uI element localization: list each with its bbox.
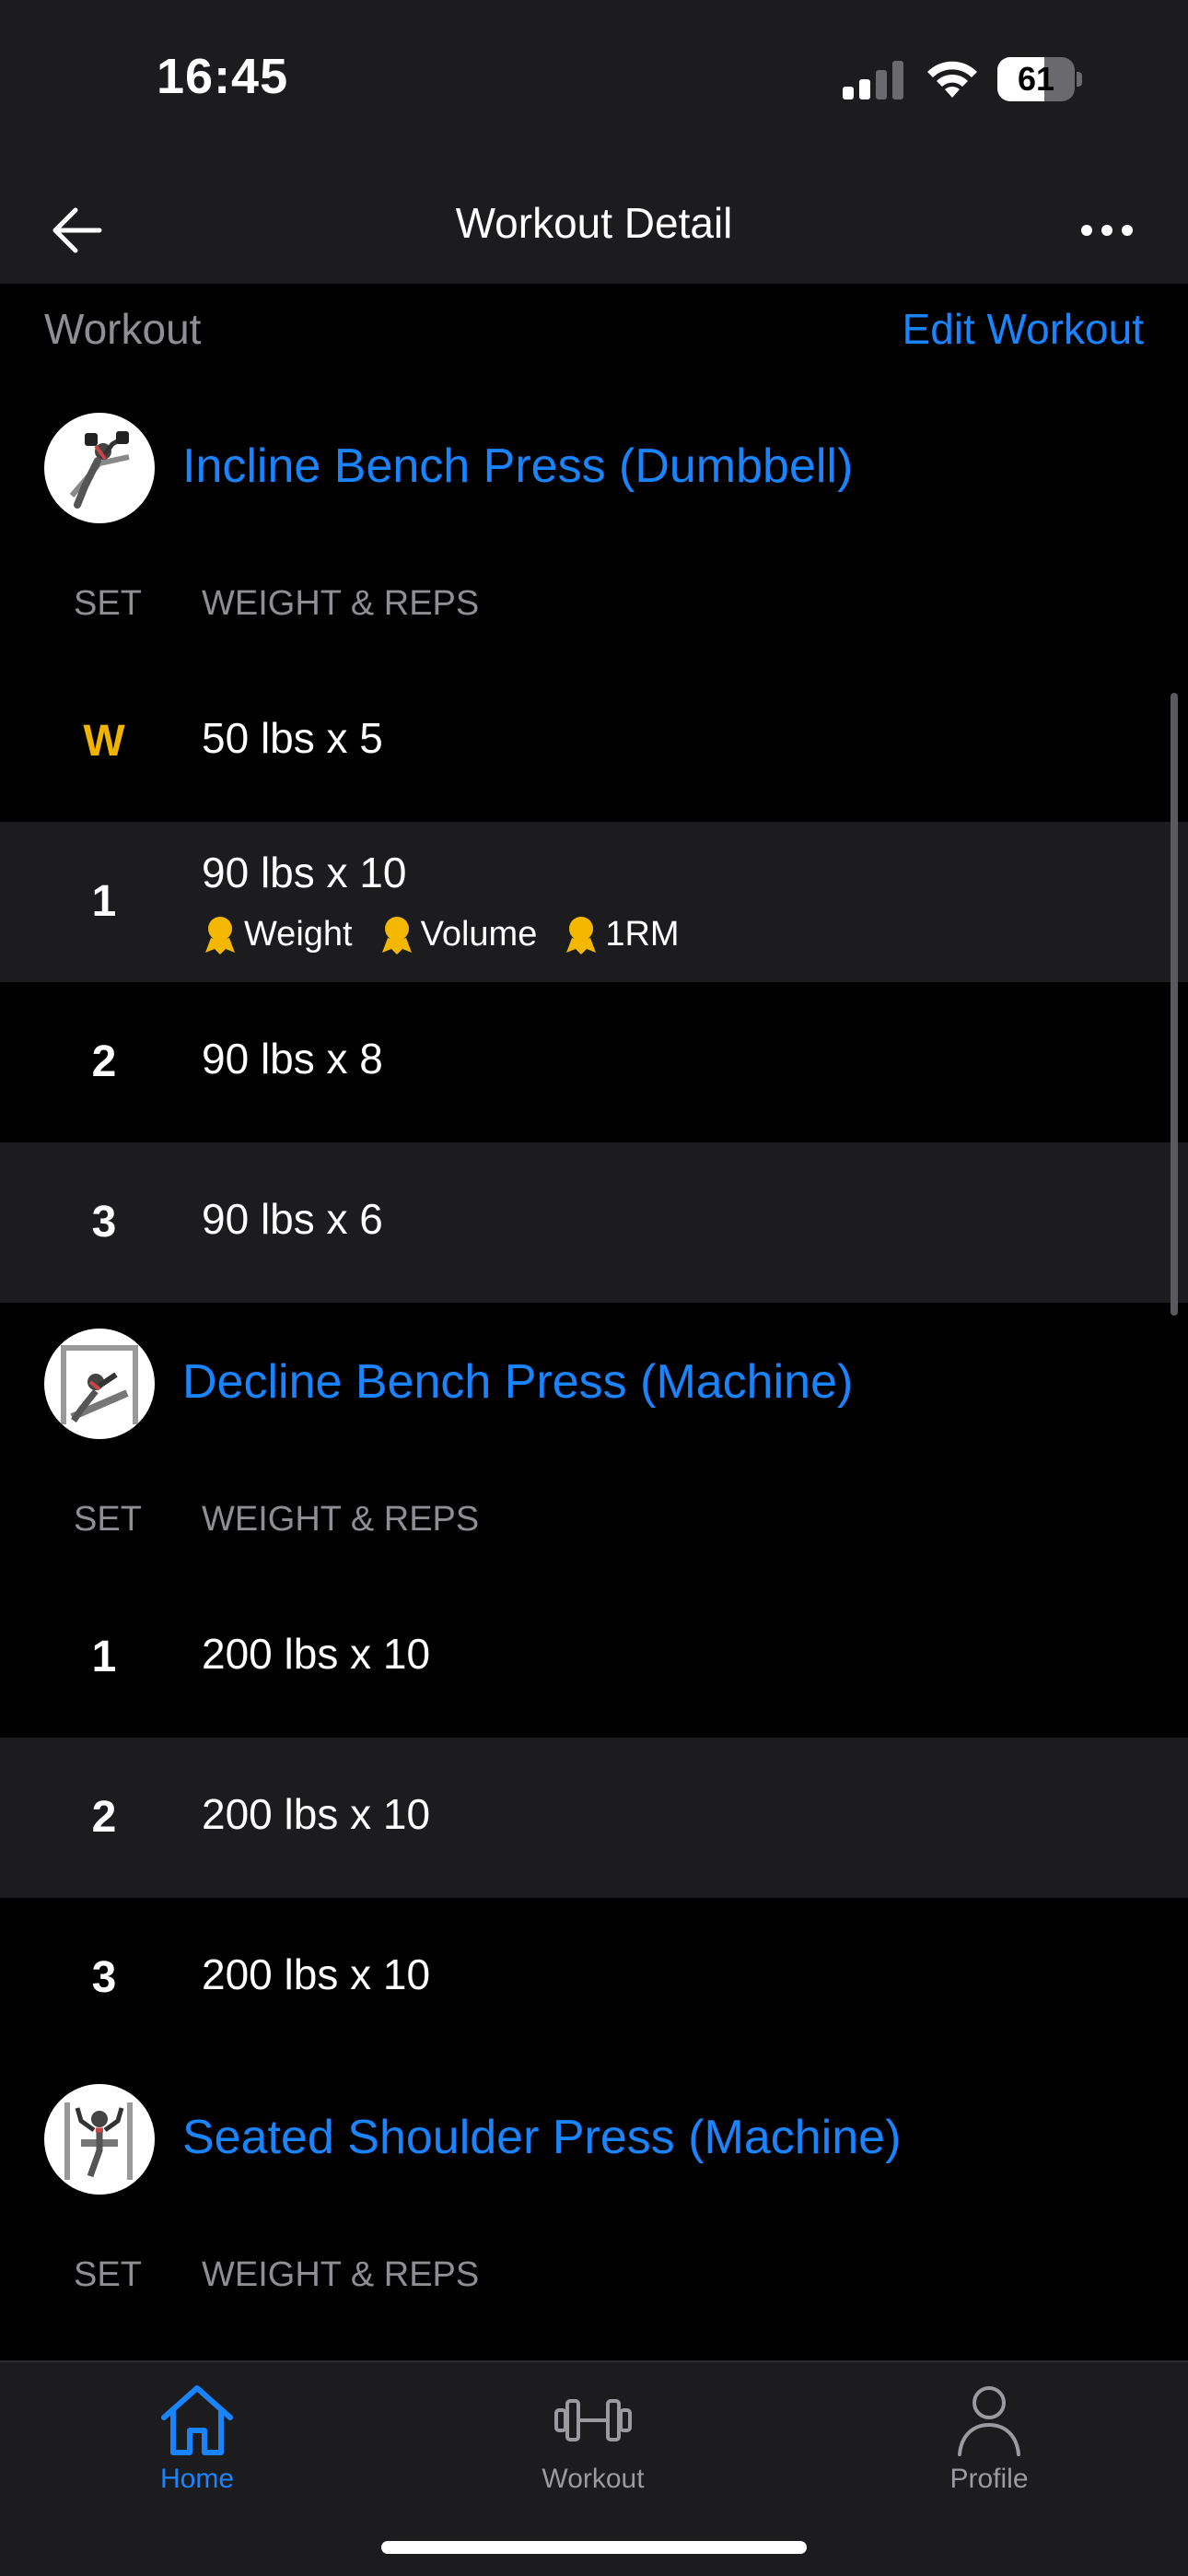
- exercise-thumbnail: [44, 413, 155, 523]
- set-value: 90 lbs x 10: [202, 849, 407, 896]
- set-row: 3 200 lbs x 10: [0, 1898, 1188, 2058]
- tab-label: Workout: [542, 2464, 645, 2494]
- set-row: 1 200 lbs x 10: [0, 1577, 1188, 1738]
- exercise-header[interactable]: Seated Shoulder Press (Machine): [0, 2058, 1188, 2215]
- tab-label: Home: [159, 2464, 235, 2494]
- medal-icon: [566, 917, 597, 954]
- column-header: SET WEIGHT & REPS: [0, 544, 1188, 662]
- personal-records: Weight Volume 1RM: [202, 914, 680, 954]
- exercise-name[interactable]: Seated Shoulder Press (Machine): [182, 2110, 901, 2165]
- column-header: SET WEIGHT & REPS: [0, 1459, 1188, 1577]
- pr-label: Volume: [420, 914, 538, 954]
- set-number: 1: [91, 877, 117, 926]
- set-value: 200 lbs x 10: [202, 1630, 431, 1678]
- set-number: 3: [91, 1953, 117, 2002]
- pr-label: Weight: [244, 914, 353, 954]
- set-row: 2 90 lbs x 8: [0, 982, 1188, 1142]
- medal-icon: [381, 917, 412, 954]
- weight-reps-column-label: WEIGHT & REPS: [202, 2255, 480, 2294]
- tab-label: Profile: [949, 2464, 1029, 2494]
- column-header: SET WEIGHT & REPS: [0, 2215, 1188, 2333]
- set-value: 90 lbs x 6: [202, 1195, 383, 1243]
- pr-badge: 1RM: [563, 914, 680, 954]
- set-value: 90 lbs x 8: [202, 1035, 383, 1083]
- set-number: 2: [91, 1793, 117, 1842]
- battery-percent: 61: [1017, 60, 1055, 98]
- weight-reps-column-label: WEIGHT & REPS: [202, 1500, 480, 1539]
- weight-reps-column-label: WEIGHT & REPS: [202, 584, 480, 623]
- exercise-thumbnail: [44, 2084, 155, 2195]
- home-icon: [161, 2385, 233, 2455]
- home-indicator: [381, 2541, 807, 2554]
- set-number: 3: [91, 1198, 117, 1247]
- scroll-indicator[interactable]: [1171, 693, 1178, 1316]
- set-value: 50 lbs x 5: [202, 714, 383, 762]
- set-row: 1 90 lbs x 10 Weight Volume 1RM: [0, 822, 1188, 982]
- page-title: Workout Detail: [455, 199, 733, 247]
- nav-bar: Workout Detail: [0, 175, 1188, 284]
- exercise-header[interactable]: Decline Bench Press (Machine): [0, 1303, 1188, 1459]
- dumbbell-icon: [554, 2399, 632, 2441]
- set-number: W: [83, 717, 125, 766]
- set-number: 2: [91, 1037, 117, 1086]
- pr-badge: Weight: [202, 914, 353, 954]
- ellipsis-icon[interactable]: [1074, 197, 1140, 263]
- cellular-signal-icon: [843, 61, 903, 100]
- battery-icon: 61: [997, 57, 1082, 101]
- section-label: Workout: [44, 305, 202, 353]
- medal-icon: [205, 917, 235, 954]
- section-header: Workout Edit Workout: [0, 284, 1188, 387]
- person-icon: [958, 2386, 1020, 2456]
- set-number: 1: [91, 1633, 117, 1681]
- tab-profile[interactable]: Profile: [888, 2379, 1090, 2517]
- set-row: 2 200 lbs x 10: [0, 1738, 1188, 1898]
- set-row: 3 90 lbs x 6: [0, 1142, 1188, 1303]
- exercise-header[interactable]: Incline Bench Press (Dumbbell): [0, 387, 1188, 544]
- status-time: 16:45: [157, 49, 289, 104]
- set-value: 200 lbs x 10: [202, 1790, 431, 1838]
- exercise-thumbnail: [44, 1329, 155, 1439]
- tab-workout[interactable]: Workout: [492, 2379, 694, 2517]
- wifi-icon: [927, 61, 977, 98]
- pr-badge: Volume: [379, 914, 538, 954]
- set-value: 200 lbs x 10: [202, 1950, 431, 1998]
- set-column-label: SET: [74, 2255, 142, 2294]
- workout-detail-list[interactable]: Workout Edit Workout Incline Bench Press…: [0, 284, 1188, 2360]
- exercise-name[interactable]: Incline Bench Press (Dumbbell): [182, 439, 853, 494]
- set-column-label: SET: [74, 584, 142, 623]
- exercise-name[interactable]: Decline Bench Press (Machine): [182, 1354, 853, 1410]
- set-column-label: SET: [74, 1500, 142, 1539]
- tab-home[interactable]: Home: [96, 2379, 298, 2517]
- pr-label: 1RM: [605, 914, 680, 954]
- set-row: W 50 lbs x 5: [0, 662, 1188, 822]
- edit-workout-button[interactable]: Edit Workout: [903, 304, 1144, 354]
- status-bar: 16:45 61: [0, 0, 1188, 175]
